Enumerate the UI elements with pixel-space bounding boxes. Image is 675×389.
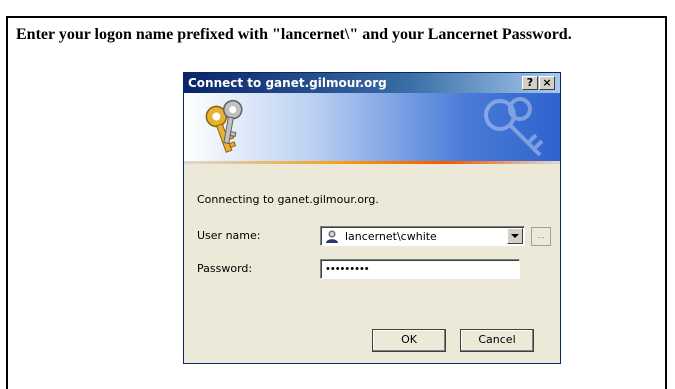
instruction-text: Enter your logon name prefixed with "lan…	[16, 26, 572, 43]
connect-dialog: Connect to ganet.gilmour.org ? × Connect…	[183, 72, 561, 364]
help-button[interactable]: ?	[522, 76, 538, 90]
cancel-button[interactable]: Cancel	[460, 329, 534, 352]
dialog-title: Connect to ganet.gilmour.org	[188, 76, 387, 90]
connecting-text: Connecting to ganet.gilmour.org.	[197, 193, 379, 206]
chevron-down-icon	[511, 234, 519, 238]
dialog-titlebar[interactable]: Connect to ganet.gilmour.org ? ×	[184, 73, 560, 93]
username-value: lancernet\cwhite	[345, 230, 437, 243]
username-label: User name:	[197, 229, 261, 242]
keys-icon	[205, 99, 243, 153]
password-field[interactable]: •••••••••	[320, 259, 520, 279]
username-dropdown-button[interactable]	[507, 228, 523, 244]
banner-divider	[184, 161, 560, 164]
user-icon	[326, 230, 338, 243]
ok-button[interactable]: OK	[372, 329, 446, 352]
browse-credentials-button[interactable]: ...	[531, 227, 551, 246]
password-label: Password:	[197, 262, 253, 275]
dialog-banner	[184, 93, 560, 161]
password-value: •••••••••	[326, 263, 370, 275]
username-combobox[interactable]: lancernet\cwhite	[320, 226, 525, 246]
keys-watermark-icon	[484, 97, 544, 157]
close-button[interactable]: ×	[539, 76, 555, 90]
